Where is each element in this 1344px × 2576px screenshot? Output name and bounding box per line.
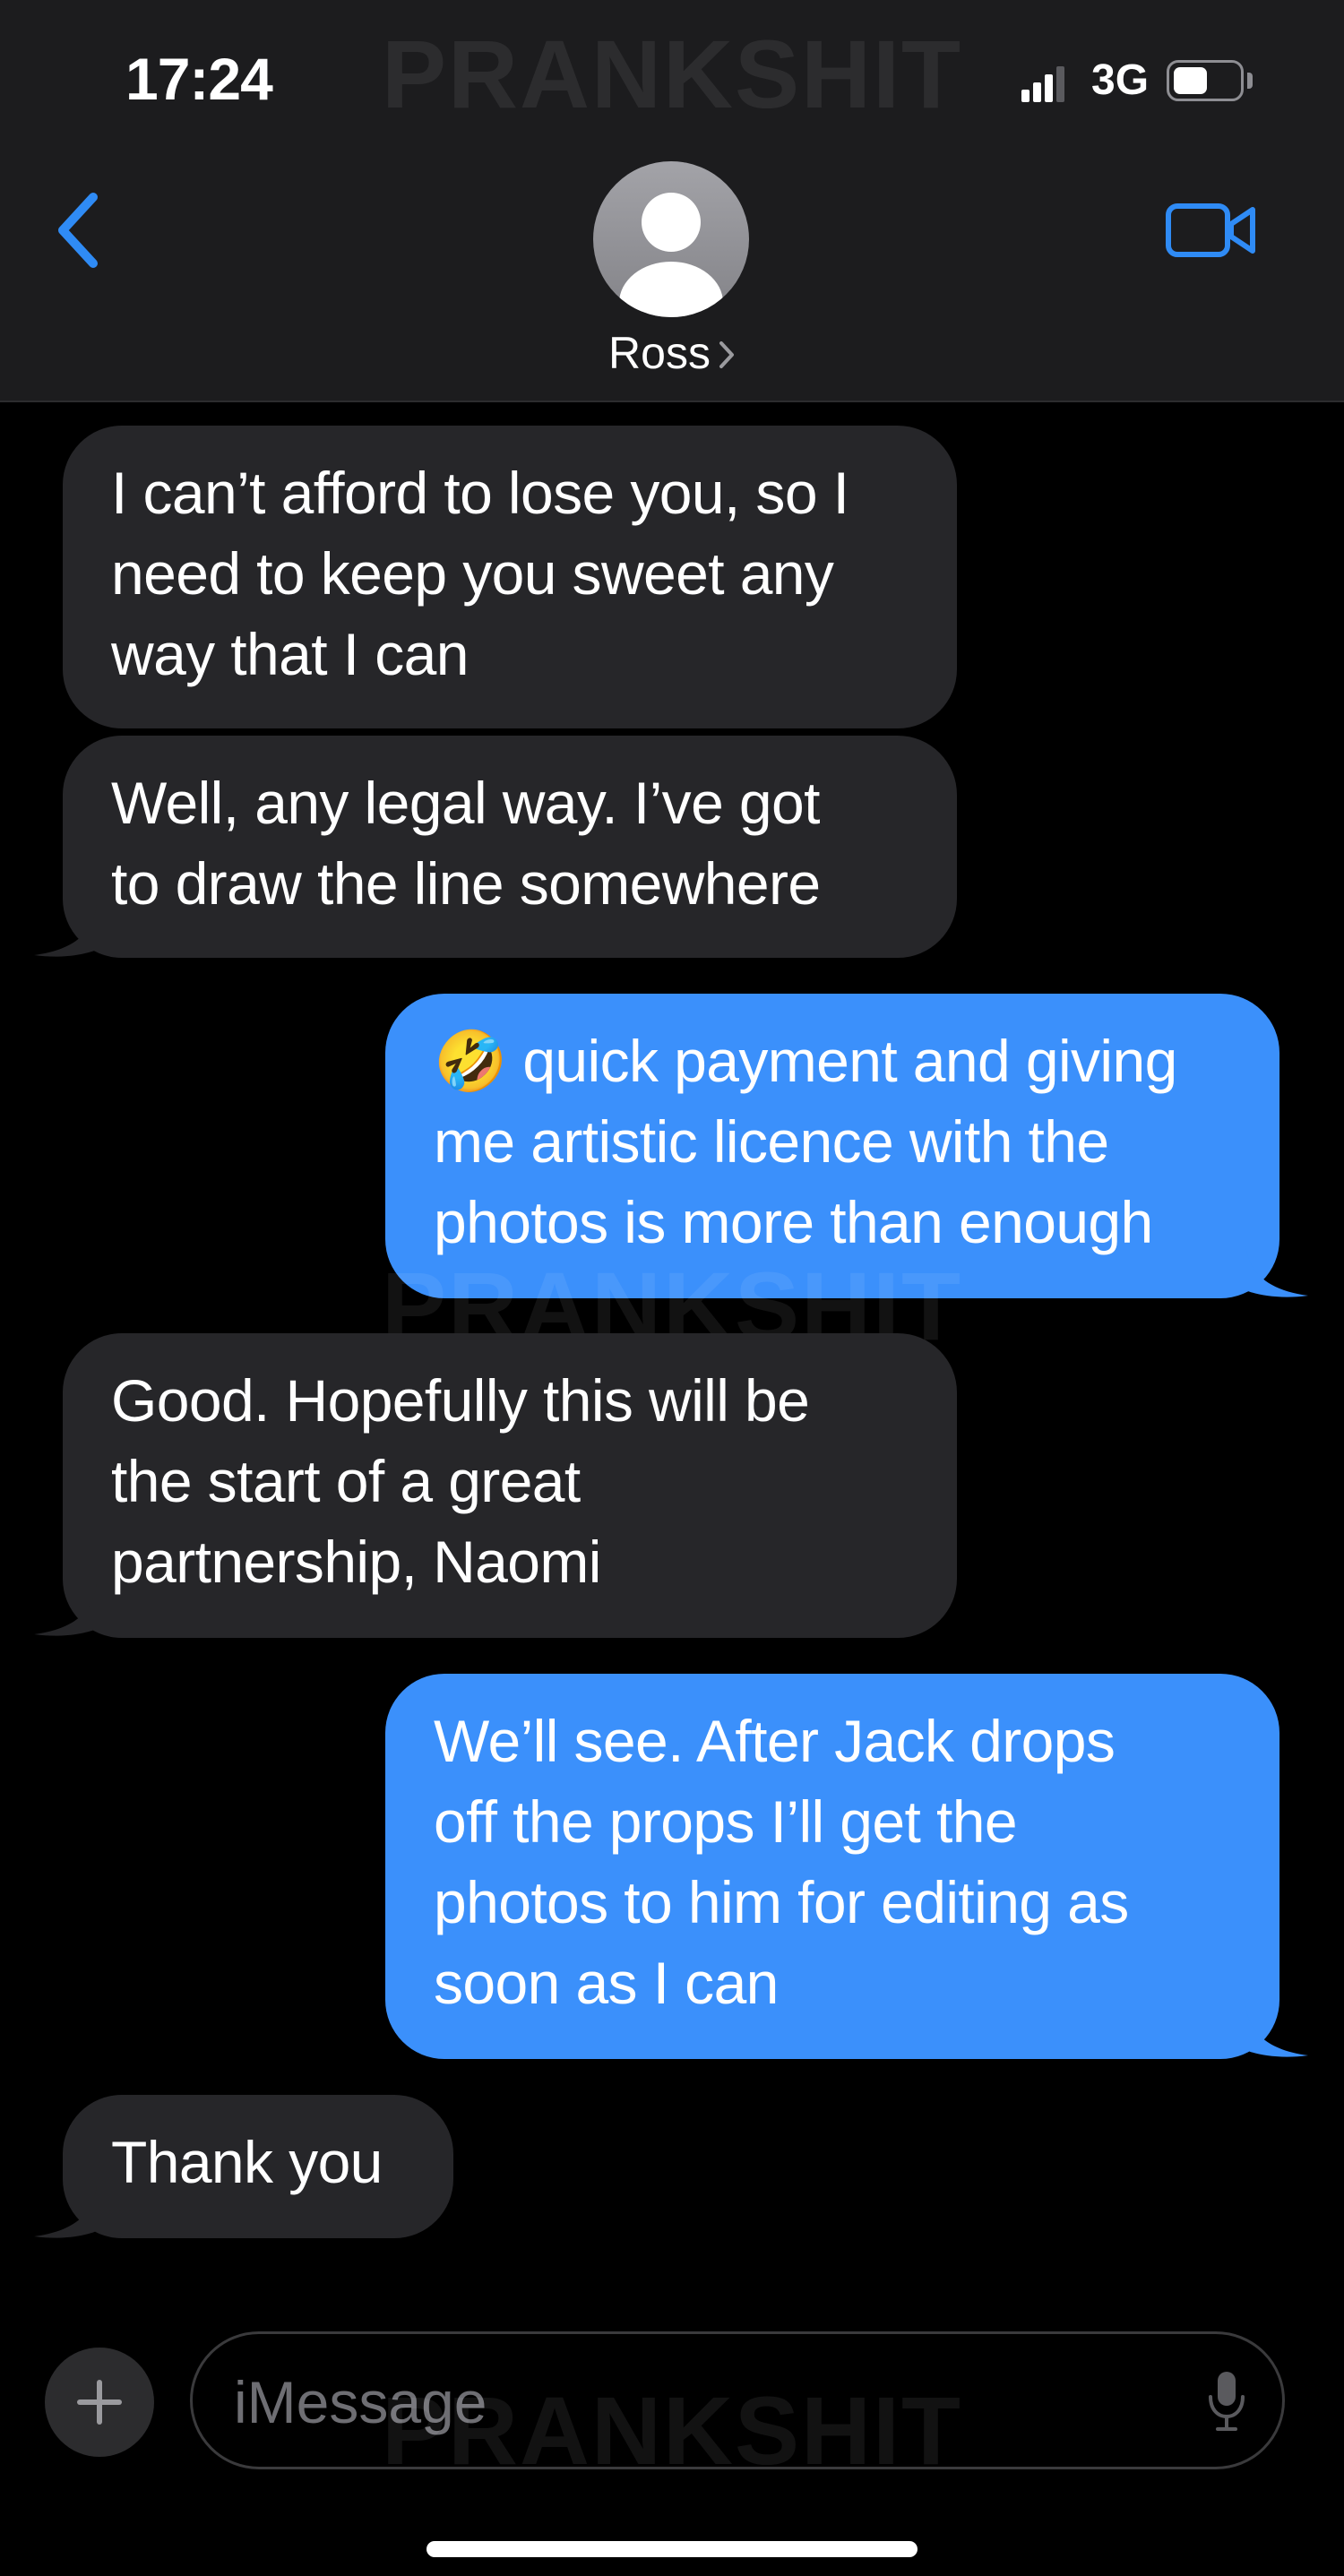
contact-name-button[interactable]: Ross <box>0 327 1344 379</box>
message-bubble-incoming: Well, any legal way. I’ve got to draw th… <box>63 736 957 958</box>
message-bubble-incoming: Good. Hopefully this will be the start o… <box>63 1333 957 1638</box>
message-line: Well, any legal way. I’ve got <box>111 770 820 836</box>
bubble-tail <box>34 1584 97 1636</box>
chevron-right-icon <box>718 327 736 379</box>
message-line: 🤣 quick payment and giving <box>434 1028 1177 1094</box>
back-chevron-icon[interactable] <box>52 190 106 271</box>
facetime-video-icon[interactable] <box>1165 201 1258 260</box>
bubble-tail <box>34 905 97 957</box>
bubble-tail <box>1245 2005 1308 2057</box>
input-placeholder: iMessage <box>234 2369 487 2435</box>
message-line: photos is more than enough <box>434 1189 1153 1255</box>
bubble-tail <box>1245 1245 1308 1297</box>
message-bubble-outgoing: 🤣 quick payment and giving me artistic l… <box>385 994 1279 1298</box>
message-bubble-incoming: Thank you <box>63 2095 453 2238</box>
battery-icon <box>1167 60 1244 101</box>
home-indicator[interactable] <box>426 2541 918 2557</box>
contact-name: Ross <box>608 328 711 378</box>
message-line: I can’t afford to lose you, so I <box>111 460 849 526</box>
message-bubble-outgoing: We’ll see. After Jack drops off the prop… <box>385 1674 1279 2059</box>
message-line: photos to him for editing as <box>434 1869 1129 1935</box>
imessage-input[interactable]: iMessage <box>190 2331 1285 2469</box>
message-line: Thank you <box>111 2129 383 2195</box>
contact-avatar-icon[interactable] <box>593 161 749 317</box>
status-time: 17:24 <box>125 46 273 112</box>
message-line: off the props I’ll get the <box>434 1788 1018 1855</box>
microphone-icon[interactable] <box>1207 2370 1246 2433</box>
signal-icon <box>1021 65 1066 102</box>
header-divider <box>0 401 1344 402</box>
message-line: to draw the line somewhere <box>111 850 821 917</box>
message-line: the start of a great <box>111 1448 581 1514</box>
message-bubble-incoming: I can’t afford to lose you, so I need to… <box>63 426 957 728</box>
network-type: 3G <box>1091 56 1150 104</box>
plus-icon <box>77 2380 122 2425</box>
apps-plus-button[interactable] <box>45 2348 154 2457</box>
battery-nub <box>1247 73 1253 89</box>
message-line: We’ll see. After Jack drops <box>434 1708 1116 1774</box>
message-line: soon as I can <box>434 1950 779 2016</box>
message-line: need to keep you sweet any <box>111 540 834 607</box>
bubble-tail <box>34 2186 97 2238</box>
message-line: partnership, Naomi <box>111 1529 601 1595</box>
message-line: Good. Hopefully this will be <box>111 1367 810 1434</box>
message-line: me artistic licence with the <box>434 1108 1109 1175</box>
message-line: way that I can <box>111 621 469 687</box>
